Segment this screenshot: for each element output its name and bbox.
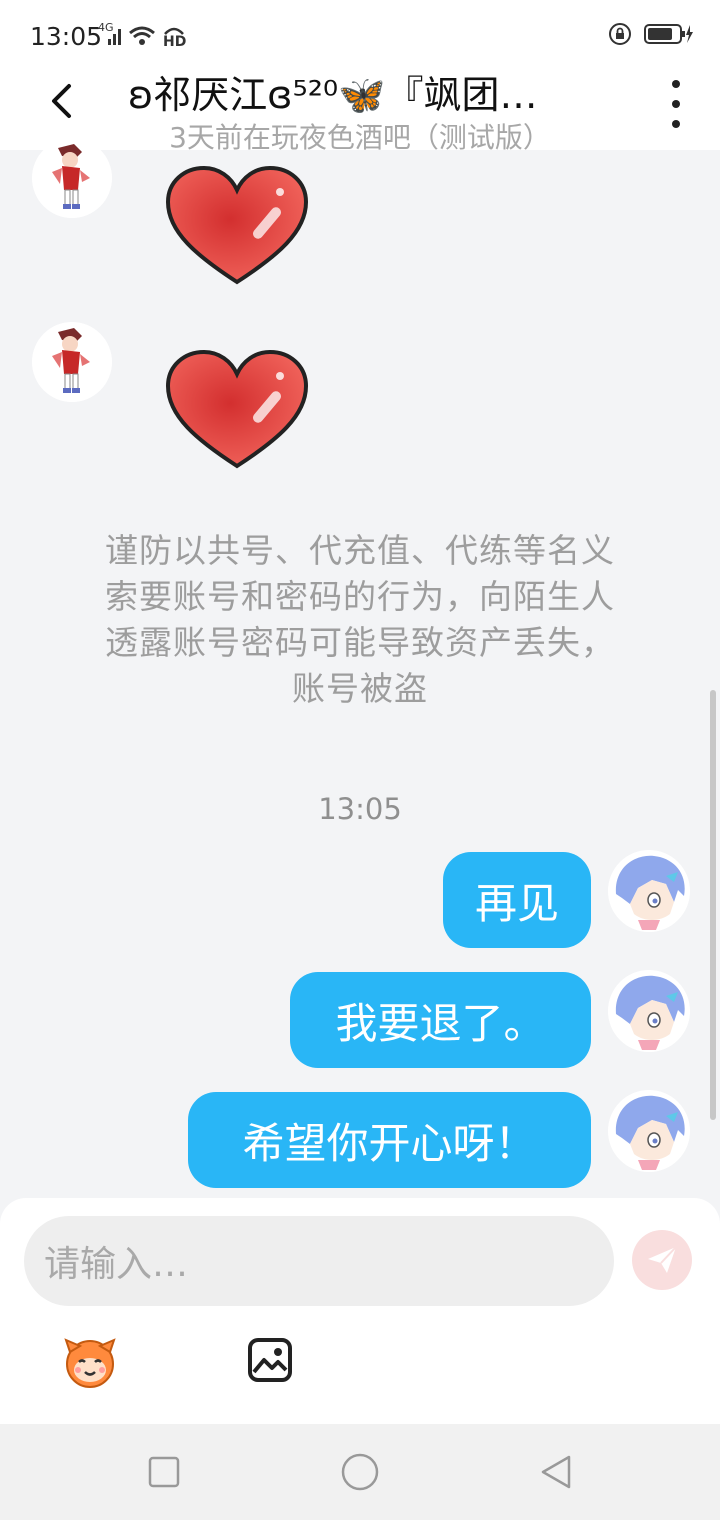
status-time: 13:05 [30, 22, 103, 51]
back-triangle-icon [541, 1455, 571, 1489]
home-button[interactable] [340, 1452, 380, 1492]
hd-icon: HD [162, 24, 187, 50]
outgoing-message[interactable]: 我要退了。 [290, 972, 591, 1068]
heart-sticker[interactable] [162, 164, 312, 294]
emoji-face-icon [64, 1338, 116, 1388]
warning-line: 透露账号密码可能导致资产丢失， [105, 623, 615, 662]
hd-label: HD [163, 34, 187, 50]
lock-rotation-icon [608, 22, 632, 46]
back-nav-button[interactable] [538, 1454, 574, 1490]
user-avatar[interactable] [608, 1090, 690, 1172]
send-plane-icon [648, 1246, 677, 1273]
chevron-left-icon [52, 84, 71, 118]
safety-warning: 谨防以共号、代充值、代练等名义 索要账号和密码的行为，向陌生人 透露账号密码可能… [70, 528, 650, 712]
contact-avatar[interactable] [32, 322, 112, 402]
message-timestamp: 13:05 [318, 792, 402, 826]
image-icon [248, 1338, 292, 1382]
status-left-icons: 4G HD [98, 21, 187, 50]
image-button[interactable] [246, 1336, 294, 1384]
warning-line: 谨防以共号、代充值、代练等名义 [105, 531, 615, 570]
recent-apps-button[interactable] [146, 1454, 182, 1490]
send-button[interactable] [632, 1230, 692, 1290]
status-right-icons [608, 22, 694, 46]
chat-screen: 13:05 4G HD ʚ祁厌江ɞ⁵²⁰🦋『飒团… 3天前在玩夜色酒吧（测试版）… [0, 0, 720, 1520]
more-vertical-icon [672, 80, 680, 88]
message-input[interactable]: 请输入… [24, 1216, 614, 1306]
chat-title: ʚ祁厌江ɞ⁵²⁰🦋『飒团… [128, 73, 538, 117]
wifi-icon [128, 25, 156, 47]
user-avatar[interactable] [608, 850, 690, 932]
input-placeholder: 请输入… [44, 1244, 189, 1285]
recent-apps-icon [148, 1456, 180, 1488]
warning-line: 索要账号和密码的行为，向陌生人 [105, 577, 615, 616]
battery-icon [644, 22, 694, 46]
outgoing-message[interactable]: 再见 [443, 852, 591, 948]
outgoing-message[interactable]: 希望你开心呀！ [188, 1092, 591, 1188]
emoji-button[interactable] [62, 1334, 118, 1390]
scrollbar[interactable] [710, 690, 716, 1120]
input-panel: 请输入… [0, 1198, 720, 1424]
user-avatar[interactable] [608, 970, 690, 1052]
chat-header: ʚ祁厌江ɞ⁵²⁰🦋『飒团… 3天前在玩夜色酒吧（测试版） [0, 52, 720, 154]
heart-sticker[interactable] [162, 348, 312, 478]
home-icon [341, 1453, 379, 1491]
warning-line: 账号被盗 [292, 669, 428, 708]
system-nav-bar [0, 1424, 720, 1520]
signal-icon: 4G [98, 21, 122, 47]
chat-messages[interactable]: 谨防以共号、代充值、代练等名义 索要账号和密码的行为，向陌生人 透露账号密码可能… [0, 138, 720, 1200]
contact-avatar[interactable] [32, 138, 112, 218]
